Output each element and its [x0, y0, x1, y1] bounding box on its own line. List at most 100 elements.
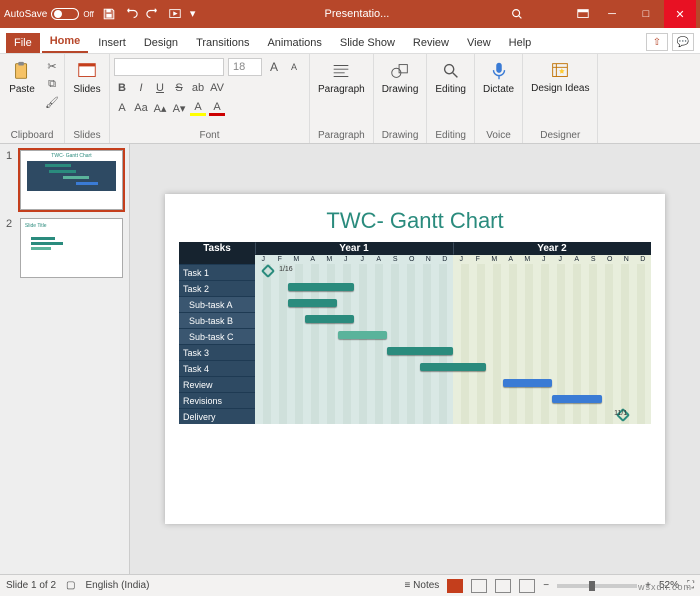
dropdown-icon[interactable]: ▾ — [190, 7, 204, 21]
slides-button[interactable]: Slides — [69, 58, 105, 97]
group-voice: Dictate Voice — [475, 54, 523, 143]
search-icon[interactable] — [510, 7, 524, 21]
shrink-font-icon[interactable]: A — [286, 59, 302, 75]
editing-button[interactable]: Editing — [431, 58, 470, 97]
status-bar: Slide 1 of 2 ▢ English (India) ≡ Notes −… — [0, 574, 700, 596]
gantt-months-y1: JFMAMJJASOND — [255, 255, 453, 264]
gantt-row-label: Delivery — [179, 408, 255, 424]
start-from-beginning-icon[interactable] — [168, 7, 182, 21]
design-ideas-button[interactable]: Design Ideas — [527, 58, 593, 96]
normal-view-icon[interactable] — [447, 579, 463, 593]
clear-format-icon[interactable]: A — [114, 100, 130, 116]
thumbnail-2[interactable]: 2 Slide Title — [6, 218, 123, 278]
share-button[interactable]: ⇧ — [646, 33, 668, 51]
gantt-year1-header: Year 1 — [255, 242, 453, 255]
tab-help[interactable]: Help — [501, 33, 540, 53]
gantt-year2-header: Year 2 — [453, 242, 651, 255]
ribbon-tabs: File Home Insert Design Transitions Anim… — [0, 28, 700, 54]
thumbnail-preview[interactable]: Slide Title — [20, 218, 123, 278]
group-designer: Design Ideas Designer — [523, 54, 598, 143]
shadow-button[interactable]: ab — [190, 80, 206, 96]
tab-review[interactable]: Review — [405, 33, 457, 53]
copy-icon[interactable]: ⧉ — [44, 76, 60, 92]
slide-title[interactable]: TWC- Gantt Chart — [179, 208, 651, 234]
zoom-out-icon[interactable]: − — [543, 580, 549, 591]
paragraph-button[interactable]: Paragraph — [314, 58, 369, 97]
tab-home[interactable]: Home — [42, 31, 89, 53]
group-paragraph: Paragraph Paragraph — [310, 54, 374, 143]
tab-slideshow[interactable]: Slide Show — [332, 33, 403, 53]
thumbnail-preview[interactable]: TWC- Gantt Chart — [20, 150, 123, 210]
gantt-chart[interactable]: Tasks Year 1 Year 2 JFMAMJJASOND JFMAMJJ… — [179, 242, 651, 424]
group-clipboard: Paste ✂ ⧉ 🖌 Clipboard — [0, 54, 65, 143]
autosave-state: Off — [83, 10, 94, 19]
gantt-row-label: Task 1 — [179, 264, 255, 280]
workspace: 1 TWC- Gantt Chart 2 Slide Title — [0, 144, 700, 574]
slide[interactable]: TWC- Gantt Chart Tasks Year 1 Year 2 JFM… — [165, 194, 665, 524]
gantt-row-label: Review — [179, 376, 255, 392]
cut-icon[interactable]: ✂ — [44, 58, 60, 74]
strike-button[interactable]: S — [171, 80, 187, 96]
tab-insert[interactable]: Insert — [90, 33, 134, 53]
comments-button[interactable]: 💬 — [672, 33, 694, 51]
paste-button[interactable]: Paste — [4, 58, 40, 97]
gantt-row-label: Task 4 — [179, 360, 255, 376]
drawing-button[interactable]: Drawing — [378, 58, 423, 97]
gantt-row-label: Sub-task B — [179, 312, 255, 328]
slideshow-view-icon[interactable] — [519, 579, 535, 593]
watermark: wsxdn.com — [638, 582, 692, 592]
gantt-months-y2: JFMAMJJASOND — [453, 255, 651, 264]
italic-button[interactable]: I — [133, 80, 149, 96]
font-name-combo[interactable] — [114, 58, 224, 76]
undo-icon[interactable] — [124, 7, 138, 21]
font-shrink-icon[interactable]: A▾ — [171, 100, 187, 116]
char-spacing-button[interactable]: AV — [209, 80, 225, 96]
dictate-button[interactable]: Dictate — [479, 58, 518, 97]
gantt-row-label: Task 3 — [179, 344, 255, 360]
close-button[interactable]: ✕ — [664, 0, 696, 28]
title-bar: AutoSave Off ▾ Presentatio... ─ □ ✕ — [0, 0, 700, 28]
thumbnail-1[interactable]: 1 TWC- Gantt Chart — [6, 150, 123, 210]
document-title: Presentatio... — [210, 8, 504, 20]
maximize-button[interactable]: □ — [630, 0, 662, 28]
gantt-body: Task 11/16Task 2Sub-task ASub-task BSub-… — [179, 264, 651, 424]
group-font: 18 A A B I U S ab AV A Aa A▴ A▾ A A Font — [110, 54, 310, 143]
minimize-button[interactable]: ─ — [596, 0, 628, 28]
sorter-view-icon[interactable] — [471, 579, 487, 593]
slide-canvas[interactable]: TWC- Gantt Chart Tasks Year 1 Year 2 JFM… — [130, 144, 700, 574]
ribbon-display-icon[interactable] — [576, 7, 590, 21]
slide-count[interactable]: Slide 1 of 2 — [6, 580, 56, 591]
change-case-button[interactable]: Aa — [133, 100, 149, 116]
tab-file[interactable]: File — [6, 33, 40, 53]
font-color-button[interactable]: A — [209, 100, 225, 116]
window-controls: ─ □ ✕ — [596, 0, 696, 28]
accessibility-icon[interactable]: ▢ — [66, 580, 75, 591]
underline-button[interactable]: U — [152, 80, 168, 96]
grow-font-icon[interactable]: A — [266, 59, 282, 75]
slide-thumbnails-pane[interactable]: 1 TWC- Gantt Chart 2 Slide Title — [0, 144, 130, 574]
redo-icon[interactable] — [146, 7, 160, 21]
tab-animations[interactable]: Animations — [259, 33, 329, 53]
save-icon[interactable] — [102, 7, 116, 21]
group-drawing: Drawing Drawing — [374, 54, 428, 143]
toggle-track[interactable] — [51, 8, 79, 20]
autosave-label: AutoSave — [4, 9, 47, 20]
gantt-row-label: Revisions — [179, 392, 255, 408]
reading-view-icon[interactable] — [495, 579, 511, 593]
notes-button[interactable]: ≡ Notes — [405, 580, 440, 591]
font-size-combo[interactable]: 18 — [228, 58, 262, 76]
language-status[interactable]: English (India) — [86, 580, 150, 591]
format-painter-icon[interactable]: 🖌 — [44, 94, 60, 110]
group-slides: Slides Slides — [65, 54, 110, 143]
tab-view[interactable]: View — [459, 33, 499, 53]
font-grow-icon[interactable]: A▴ — [152, 100, 168, 116]
tab-design[interactable]: Design — [136, 33, 186, 53]
bold-button[interactable]: B — [114, 80, 130, 96]
highlight-color-button[interactable]: A — [190, 100, 206, 116]
autosave-toggle[interactable]: AutoSave Off — [4, 8, 94, 20]
gantt-row-label: Sub-task A — [179, 296, 255, 312]
zoom-slider[interactable] — [557, 584, 637, 588]
tab-transitions[interactable]: Transitions — [188, 33, 257, 53]
gantt-row-label: Task 2 — [179, 280, 255, 296]
gantt-tasks-header: Tasks — [179, 242, 255, 255]
